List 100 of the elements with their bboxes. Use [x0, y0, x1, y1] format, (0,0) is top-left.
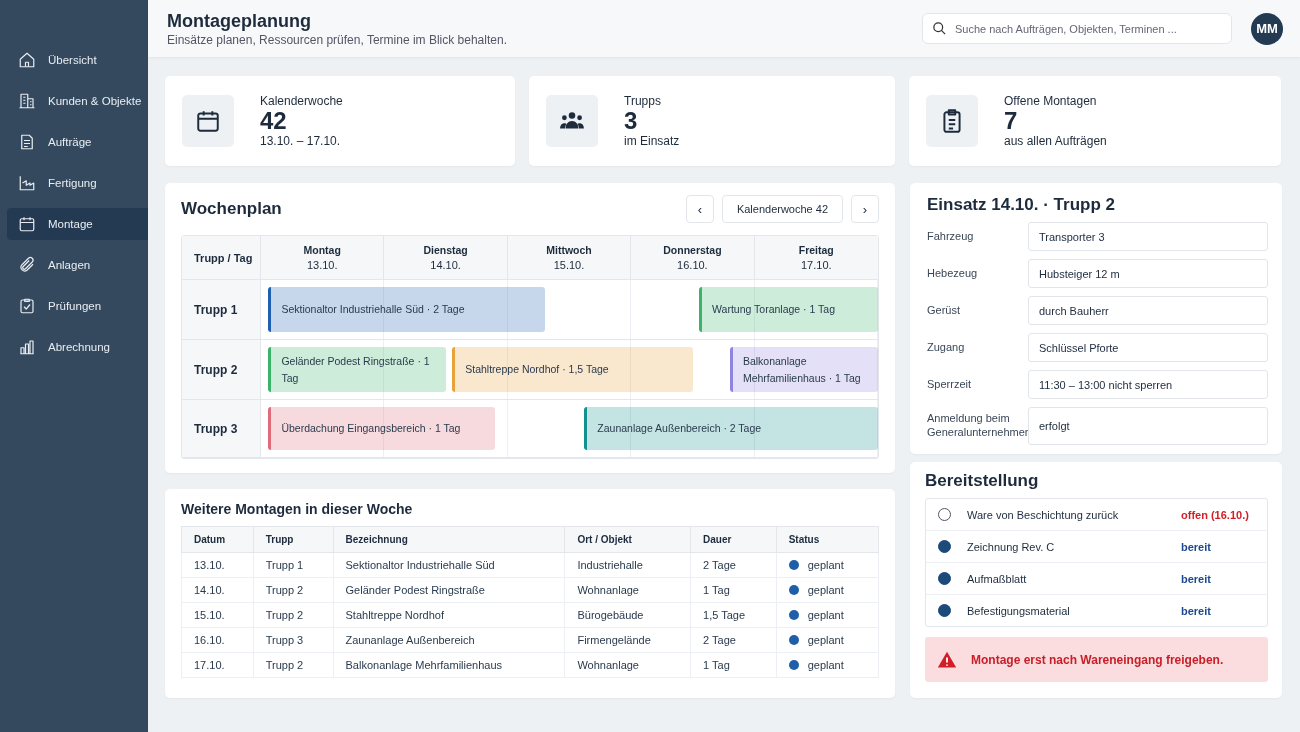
table-cell: Balkonanlage Mehrfamilienhaus — [333, 652, 565, 678]
stat-value: 42 — [260, 107, 288, 135]
column-header: Dauer — [690, 526, 777, 553]
day-header: Donnerstag 16.10. — [631, 236, 755, 279]
nav-item[interactable]: Prüfungen — [7, 290, 148, 322]
table-cell: 17.10. — [181, 652, 254, 678]
nav-item[interactable]: Kunden & Objekte — [7, 85, 148, 117]
search-icon — [932, 21, 947, 36]
nav-item[interactable]: Anlagen — [7, 249, 148, 281]
item-status: bereit — [1181, 540, 1212, 553]
day-header: Dienstag 14.10. — [384, 236, 508, 279]
clipboard-check-icon — [18, 297, 36, 315]
day-header: Montag 13.10. — [261, 236, 385, 279]
table-cell: 15.10. — [181, 602, 254, 628]
assignment-bar[interactable]: Geländer Podest Ringstraße · 1 Tag — [268, 347, 447, 392]
table-cell: 13.10. — [181, 552, 254, 578]
table-cell: Firmengelände — [564, 627, 691, 653]
table-cell: Geländer Podest Ringstraße — [333, 577, 565, 603]
stat-caption: im Einsatz — [624, 134, 680, 149]
item-label: Ware von Beschichtung zurück — [967, 508, 1120, 521]
item-label: Befestigungsmaterial — [967, 604, 1071, 617]
column-header: Bezeichnung — [333, 526, 565, 553]
table-cell: Bürogebäude — [564, 602, 691, 628]
table-cell: 1 Tag — [690, 577, 777, 603]
input-field[interactable]: Schlüssel Pforte — [1028, 333, 1268, 362]
card-title: Einsatz 14.10. · Trupp 2 — [927, 195, 1116, 215]
table-cell: 2 Tage — [690, 552, 777, 578]
table-cell: 16.10. — [181, 627, 254, 653]
nav-item[interactable]: Aufträge — [7, 126, 148, 158]
nav-item[interactable]: Montage — [7, 208, 148, 240]
next-button[interactable]: › — [851, 195, 879, 223]
table-cell: Wohnanlage — [564, 652, 691, 678]
stat-caption: 13.10. – 17.10. — [260, 134, 342, 149]
nav-item[interactable]: Fertigung — [7, 167, 148, 199]
table-cell: Trupp 1 — [253, 552, 334, 578]
input-field[interactable]: erfolgt — [1028, 407, 1268, 445]
table-cell: Trupp 2 — [253, 577, 334, 603]
field-label: Anmeldung beim Generalunternehmer — [927, 412, 1028, 440]
row-header: Trupp 1 — [182, 280, 261, 340]
factory-icon — [18, 174, 36, 192]
building-icon — [18, 92, 36, 110]
page-subtitle: Einsätze planen, Ressourcen prüfen, Termine im Blick behalten. — [167, 32, 508, 47]
assignment-bar[interactable]: Balkonanlage Mehrfamilienhaus · 1 Tag — [729, 347, 878, 392]
table-cell: geplant — [776, 652, 879, 678]
item-label: Zeichnung Rev. C — [967, 540, 1056, 553]
column-header: Ort / Objekt — [564, 526, 691, 553]
assignment-bar[interactable]: Zaunanlage Außenbereich · 2 Tage — [584, 407, 878, 450]
nav-item[interactable]: Abrechnung — [7, 331, 148, 363]
day-header: Mittwoch 15.10. — [507, 236, 632, 279]
alert-text: Montage erst nach Wareneingang freigeben. — [971, 652, 1224, 667]
assignment-bar[interactable]: Wartung Toranlage · 1 Tag — [699, 287, 878, 332]
table-cell: 2 Tage — [690, 627, 777, 653]
item-label: Aufmaßblatt — [967, 572, 1028, 585]
field-label: Zugang — [927, 340, 966, 355]
search-field[interactable]: Suche nach Aufträgen, Objekten, Terminen ... — [922, 13, 1232, 44]
bar-chart-icon — [18, 338, 36, 356]
document-icon — [18, 133, 36, 151]
page-title: Montageplanung — [167, 10, 312, 32]
card-title: Weitere Montagen in dieser Woche — [181, 501, 414, 517]
status-dot — [788, 610, 799, 620]
table-cell: geplant — [776, 627, 879, 653]
status-dot — [788, 660, 799, 670]
assignment-bar[interactable]: Stahltreppe Nordhof · 1,5 Tage — [452, 347, 693, 392]
table-cell: Zaunanlage Außenbereich — [333, 627, 565, 653]
table-cell: Stahltreppe Nordhof — [333, 602, 565, 628]
table-cell: 1,5 Tage — [690, 602, 777, 628]
table-cell: Trupp 2 — [253, 602, 334, 628]
column-header: Trupp / Tag — [182, 236, 261, 280]
day-header: Freitag 17.10. — [797, 243, 835, 273]
input-field[interactable]: durch Bauherr — [1028, 296, 1268, 325]
column-header: Trupp — [253, 526, 334, 553]
stat-label: Kalenderwoche — [260, 93, 343, 108]
table-cell: Wohnanlage — [564, 577, 691, 603]
calendar-icon — [18, 215, 36, 233]
week-selector[interactable]: Kalenderwoche 42 — [721, 195, 843, 223]
nav-item[interactable]: Übersicht — [7, 44, 148, 76]
field-label: Hebezeug — [927, 266, 979, 281]
table-cell: Trupp 3 — [253, 627, 334, 653]
card-title: Wochenplan — [181, 199, 282, 219]
table-cell: Trupp 2 — [253, 652, 334, 678]
assignment-bar[interactable]: Sektionaltor Industriehalle Süd · 2 Tage — [268, 287, 545, 332]
assignment-bar[interactable]: Überdachung Eingangsbereich · 1 Tag — [268, 407, 496, 450]
stat-caption: aus allen Aufträgen — [1004, 134, 1107, 149]
item-status: bereit — [1181, 572, 1212, 585]
table-cell: Sektionaltor Industriehalle Süd — [333, 552, 565, 578]
row-header: Trupp 3 — [182, 400, 261, 458]
input-field[interactable]: 11:30 – 13:00 nicht sperren — [1028, 370, 1268, 399]
stat-value: 7 — [1004, 107, 1019, 135]
user-avatar[interactable]: MM — [1251, 12, 1283, 45]
input-field[interactable]: Hubsteiger 12 m — [1028, 259, 1268, 288]
table-cell: 14.10. — [181, 577, 254, 603]
table-cell: geplant — [776, 577, 879, 603]
input-field[interactable]: Transporter 3 — [1028, 222, 1268, 251]
field-label: Sperrzeit — [927, 377, 973, 392]
item-status: offen (16.10.) — [1181, 508, 1250, 521]
status-dot — [788, 585, 799, 595]
card-title: Bereitstellung — [925, 471, 1040, 491]
column-header: Datum — [181, 526, 254, 553]
previous-button[interactable]: ‹ — [685, 195, 714, 223]
home-icon — [18, 51, 36, 69]
